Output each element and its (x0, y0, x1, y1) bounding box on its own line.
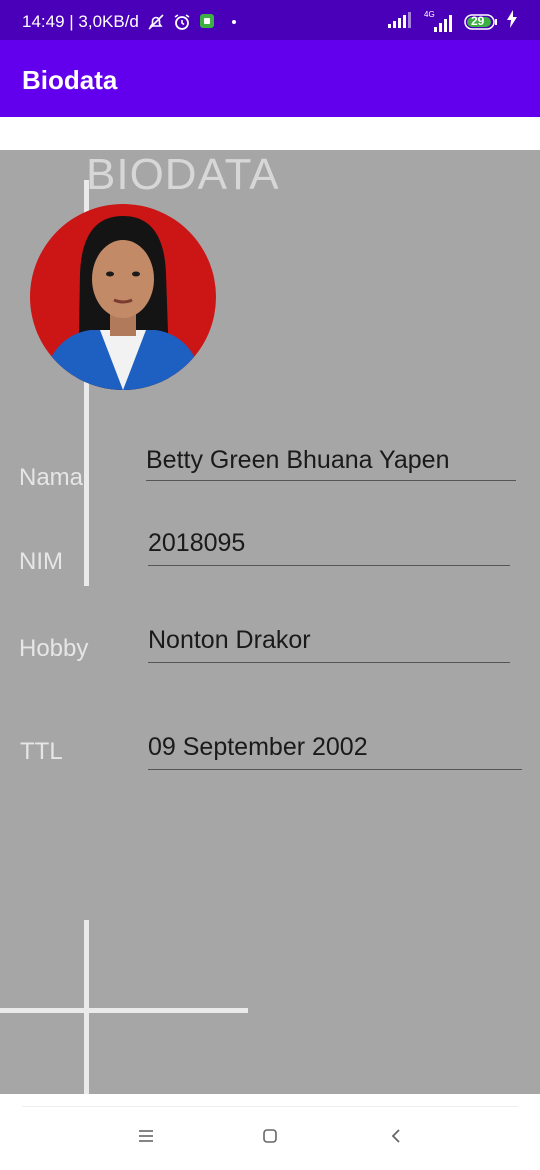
field-label-nama: Nama (19, 464, 84, 491)
nav-divider (22, 1106, 518, 1107)
status-right: 4G 29 (388, 10, 518, 33)
decorative-line (84, 920, 89, 1094)
field-underline-ttl (148, 769, 522, 770)
back-icon[interactable] (384, 1124, 408, 1148)
navigation-bar (0, 1094, 540, 1170)
field-label-nim: NIM (19, 548, 63, 575)
dot-icon (225, 13, 243, 31)
app-title: Biodata (22, 65, 118, 95)
decorative-line (0, 1008, 248, 1013)
field-value-hobby[interactable]: Nonton Drakor (148, 626, 311, 655)
status-bar: 14:49 | 3,0KB/d 4G 29 (0, 0, 540, 40)
alarm-icon (173, 13, 191, 31)
signal-icon (388, 10, 414, 33)
biodata-content: BIODATA Nama Betty Green Bhuana Yapen NI… (0, 150, 540, 1094)
home-icon[interactable] (258, 1124, 282, 1148)
profile-photo (30, 204, 216, 390)
network-signal: 4G (422, 10, 456, 32)
status-left: 14:49 | 3,0KB/d (22, 12, 243, 32)
field-label-hobby: Hobby (19, 635, 89, 662)
field-underline-nim (148, 565, 510, 566)
app-icon (199, 13, 217, 31)
page-heading: BIODATA (86, 150, 280, 199)
field-label-ttl: TTL (20, 738, 63, 765)
field-underline-nama (146, 480, 516, 481)
battery-icon: 29 (464, 14, 498, 30)
app-bar: Biodata (0, 40, 540, 117)
field-value-ttl[interactable]: 09 September 2002 (148, 733, 368, 762)
status-time-speed: 14:49 | 3,0KB/d (22, 12, 139, 31)
charging-icon (506, 10, 518, 33)
field-underline-hobby (148, 662, 510, 663)
menu-icon[interactable] (134, 1124, 158, 1148)
field-value-nama[interactable]: Betty Green Bhuana Yapen (146, 446, 449, 475)
bell-off-icon (147, 13, 165, 31)
field-value-nim[interactable]: 2018095 (148, 529, 245, 558)
battery-level: 29 (471, 13, 485, 28)
